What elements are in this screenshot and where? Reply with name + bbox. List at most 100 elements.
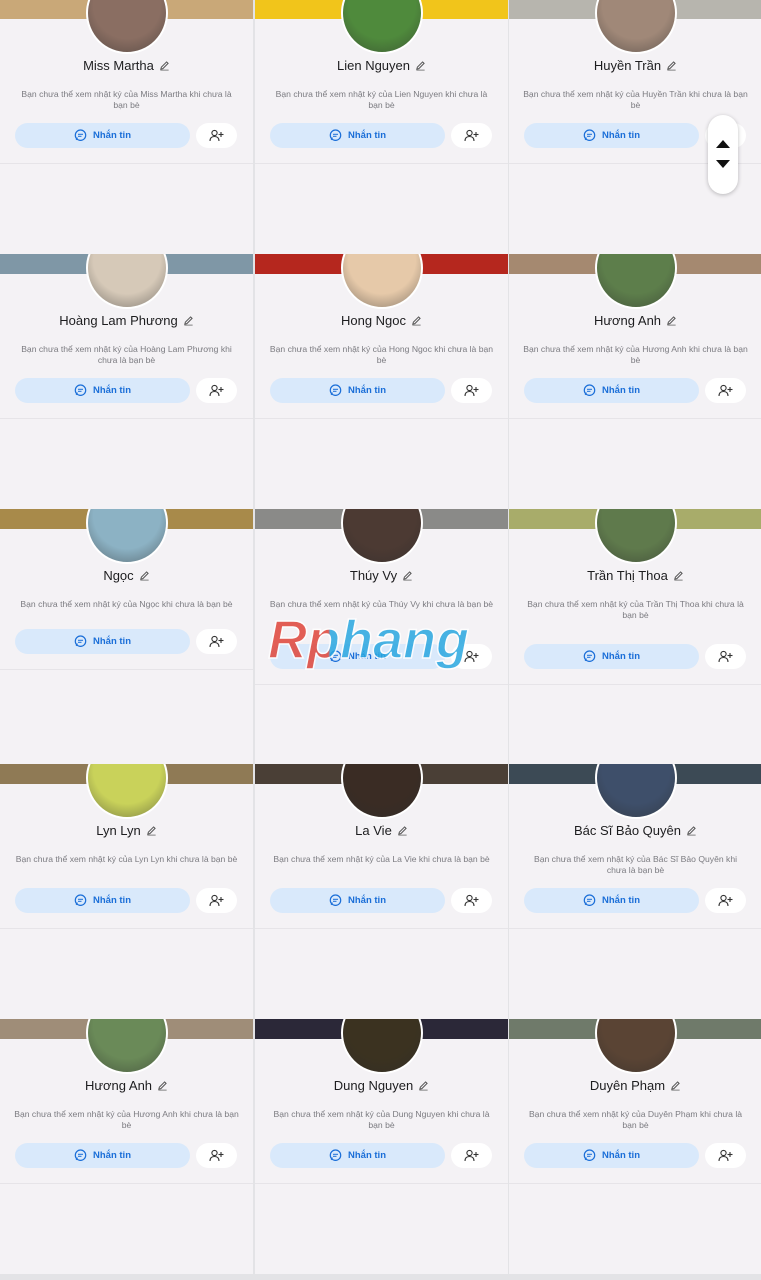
- avatar[interactable]: [340, 1019, 423, 1074]
- message-button[interactable]: Nhắn tin: [270, 1143, 445, 1168]
- add-friend-icon: [718, 650, 733, 663]
- profile-name: Bác Sĩ Bảo Quyên: [574, 823, 681, 838]
- avatar[interactable]: [85, 764, 168, 819]
- profile-name-row: Hong Ngoc: [255, 313, 508, 328]
- profile-name-row: Dung Nguyen: [255, 1078, 508, 1093]
- add-friend-icon: [209, 1149, 224, 1162]
- avatar[interactable]: [340, 509, 423, 564]
- profile-card[interactable]: Trần Thị Thoa Bạn chưa thể xem nhật ký củ…: [509, 509, 761, 764]
- avatar[interactable]: [340, 0, 423, 54]
- avatar[interactable]: [594, 0, 677, 54]
- message-button[interactable]: Nhắn tin: [15, 1143, 190, 1168]
- avatar[interactable]: [594, 764, 677, 819]
- card-divider: [0, 163, 253, 164]
- message-button-label: Nhắn tin: [348, 895, 386, 906]
- profile-card[interactable]: Dung Nguyen Bạn chưa thể xem nhật ký của …: [255, 1019, 508, 1274]
- add-friend-button[interactable]: [196, 1143, 237, 1168]
- message-button[interactable]: Nhắn tin: [270, 123, 445, 148]
- message-button[interactable]: Nhắn tin: [524, 888, 699, 913]
- profile-card[interactable]: Hoàng Lam Phương Bạn chưa thể xem nhật ký…: [0, 254, 253, 509]
- add-friend-button[interactable]: [451, 378, 492, 403]
- edit-pencil-icon[interactable]: [146, 824, 157, 836]
- profile-card[interactable]: Duyên Phạm Bạn chưa thể xem nhật ký của D…: [509, 1019, 761, 1274]
- edit-pencil-icon[interactable]: [673, 569, 684, 581]
- profile-card[interactable]: Lien Nguyen Bạn chưa thể xem nhật ký của …: [255, 0, 508, 254]
- add-friend-button[interactable]: [196, 123, 237, 148]
- message-button-label: Nhắn tin: [348, 1150, 386, 1161]
- scroll-arrows-icon[interactable]: [708, 115, 738, 194]
- avatar[interactable]: [594, 509, 677, 564]
- add-friend-button[interactable]: [451, 123, 492, 148]
- avatar[interactable]: [85, 0, 168, 54]
- add-friend-button[interactable]: [705, 644, 746, 669]
- message-button-label: Nhắn tin: [602, 1150, 640, 1161]
- profile-name: Lyn Lyn: [96, 823, 141, 838]
- profile-description: Bạn chưa thể xem nhật ký của La Vie khi …: [273, 854, 490, 864]
- profile-card[interactable]: Miss Martha Bạn chưa thể xem nhật ký của …: [0, 0, 253, 254]
- add-friend-icon: [209, 635, 224, 648]
- add-friend-icon: [718, 1149, 733, 1162]
- avatar[interactable]: [85, 254, 168, 309]
- avatar[interactable]: [340, 254, 423, 309]
- edit-pencil-icon[interactable]: [411, 314, 422, 326]
- profile-card[interactable]: Hong Ngoc Bạn chưa thể xem nhật ký của Ho…: [255, 254, 508, 509]
- profile-card[interactable]: La Vie Bạn chưa thể xem nhật ký của La Vi…: [255, 764, 508, 1019]
- add-friend-button[interactable]: [196, 378, 237, 403]
- edit-pencil-icon[interactable]: [157, 1079, 168, 1091]
- edit-pencil-icon[interactable]: [397, 824, 408, 836]
- profile-name: Trần Thị Thoa: [587, 568, 668, 583]
- message-button[interactable]: Nhắn tin: [15, 629, 190, 654]
- edit-pencil-icon[interactable]: [415, 59, 426, 71]
- edit-pencil-icon[interactable]: [666, 314, 677, 326]
- add-friend-button[interactable]: [705, 1143, 746, 1168]
- profile-name-row: La Vie: [255, 823, 508, 838]
- message-button[interactable]: Nhắn tin: [524, 644, 699, 669]
- profile-name-row: Miss Martha: [0, 58, 253, 73]
- edit-pencil-icon[interactable]: [686, 824, 697, 836]
- message-button[interactable]: Nhắn tin: [270, 888, 445, 913]
- add-friend-icon: [209, 129, 224, 142]
- add-friend-button[interactable]: [451, 888, 492, 913]
- message-button[interactable]: Nhắn tin: [524, 378, 699, 403]
- edit-pencil-icon[interactable]: [159, 59, 170, 71]
- edit-pencil-icon[interactable]: [666, 59, 677, 71]
- chat-icon: [583, 894, 596, 907]
- watermark-text: Rphang: [268, 610, 469, 670]
- card-divider: [255, 1183, 508, 1184]
- add-friend-button[interactable]: [196, 888, 237, 913]
- profile-card[interactable]: Lyn Lyn Bạn chưa thể xem nhật ký của Lyn …: [0, 764, 253, 1019]
- add-friend-button[interactable]: [196, 629, 237, 654]
- profile-card[interactable]: Bác Sĩ Bảo Quyên Bạn chưa thể xem nhật ký…: [509, 764, 761, 1019]
- message-button[interactable]: Nhắn tin: [15, 888, 190, 913]
- add-friend-button[interactable]: [705, 378, 746, 403]
- chat-icon: [329, 1149, 342, 1162]
- edit-pencil-icon[interactable]: [670, 1079, 681, 1091]
- profile-name-row: Hoàng Lam Phương: [0, 313, 253, 328]
- profile-card[interactable]: Ngọc Bạn chưa thể xem nhật ký của Ngọc kh…: [0, 509, 253, 764]
- message-button[interactable]: Nhắn tin: [15, 378, 190, 403]
- scroll-controls[interactable]: [708, 115, 738, 194]
- avatar[interactable]: [340, 764, 423, 819]
- avatar[interactable]: [594, 254, 677, 309]
- card-divider: [509, 1183, 761, 1184]
- avatar[interactable]: [85, 1019, 168, 1074]
- chat-icon: [583, 384, 596, 397]
- message-button[interactable]: Nhắn tin: [270, 378, 445, 403]
- add-friend-button[interactable]: [705, 888, 746, 913]
- add-friend-button[interactable]: [451, 1143, 492, 1168]
- edit-pencil-icon[interactable]: [139, 569, 150, 581]
- edit-pencil-icon[interactable]: [402, 569, 413, 581]
- profile-name: Hương Anh: [593, 313, 662, 328]
- avatar[interactable]: [594, 1019, 677, 1074]
- message-button-label: Nhắn tin: [93, 385, 131, 396]
- profile-card[interactable]: Hương Anh Bạn chưa thể xem nhật ký của Hư…: [0, 1019, 253, 1274]
- edit-pencil-icon[interactable]: [183, 314, 194, 326]
- avatar[interactable]: [85, 509, 168, 564]
- message-button[interactable]: Nhắn tin: [524, 1143, 699, 1168]
- message-button[interactable]: Nhắn tin: [15, 123, 190, 148]
- message-button[interactable]: Nhắn tin: [524, 123, 699, 148]
- chat-icon: [74, 129, 87, 142]
- edit-pencil-icon[interactable]: [418, 1079, 429, 1091]
- profile-name: Lien Nguyen: [337, 58, 410, 73]
- profile-card[interactable]: Hương Anh Bạn chưa thể xem nhật ký của Hư…: [509, 254, 761, 509]
